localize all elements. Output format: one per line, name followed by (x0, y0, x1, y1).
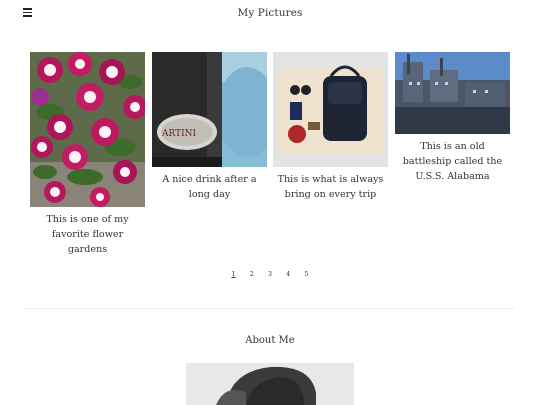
page-title: My Pictures (237, 7, 303, 19)
page-link-2[interactable]: 2 (250, 270, 254, 278)
travel-bag-photo[interactable] (273, 52, 388, 167)
gallery-item-battleship[interactable]: This is an old battleship called the U.S… (395, 52, 510, 184)
pagination: 1 2 3 4 5 (0, 270, 540, 278)
page-link-1[interactable]: 1 (231, 270, 235, 278)
flower-garden-image (30, 52, 145, 207)
svg-text:ARTINI: ARTINI (161, 129, 197, 139)
martini-bottle-image: ARTINI (152, 52, 267, 167)
gallery-item-drink[interactable]: ARTINI A nice drink after a long day (152, 52, 267, 202)
battleship-photo[interactable] (395, 52, 510, 134)
gallery-item-caption: This is an old battleship called the U.S… (402, 141, 503, 182)
martini-bottle-photo[interactable]: ARTINI (152, 52, 267, 167)
about-title: About Me (245, 335, 295, 346)
profile-photo (186, 363, 354, 405)
gallery-item-caption: A nice drink after a long day (162, 174, 257, 200)
page-link-3[interactable]: 3 (268, 270, 272, 278)
gallery-item-flower-garden[interactable]: This is one of my favorite flower garden… (30, 52, 145, 257)
page-link-4[interactable]: 4 (286, 270, 290, 278)
gallery-item-caption: This is one of my favorite flower garden… (46, 214, 129, 255)
gallery-item-travel-bag[interactable]: This is what is always bring on every tr… (273, 52, 388, 202)
top-bar: My Pictures (0, 0, 540, 28)
flower-garden-photo[interactable] (30, 52, 145, 207)
travel-bag-image (273, 52, 388, 167)
profile-image (186, 363, 354, 405)
page-link-5[interactable]: 5 (304, 270, 308, 278)
battleship-image (395, 52, 510, 134)
gallery-item-caption: This is what is always bring on every tr… (277, 174, 384, 200)
section-divider (25, 308, 515, 309)
